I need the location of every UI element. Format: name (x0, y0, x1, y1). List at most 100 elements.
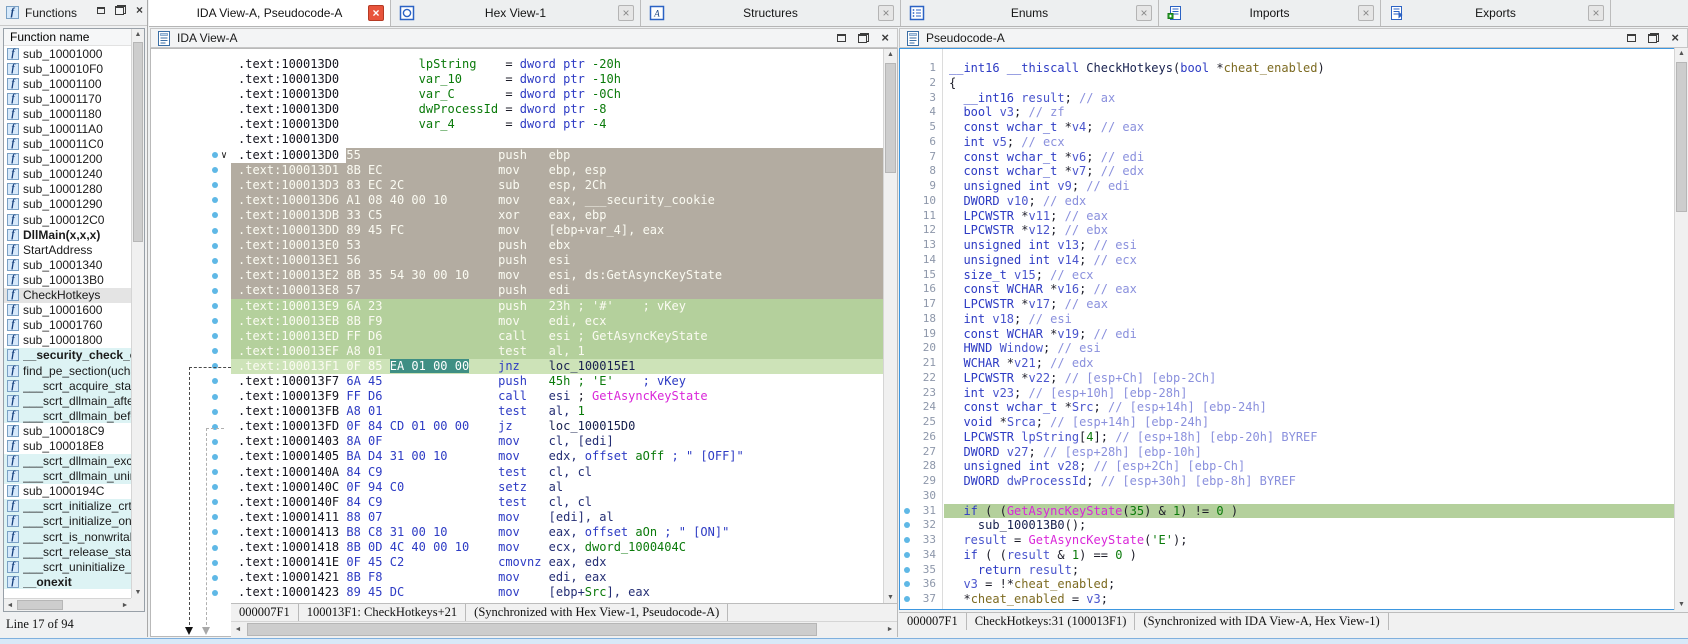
asm-line[interactable]: .text:10001421 8B F8 mov edi, eax (151, 570, 883, 585)
pseudocode-line[interactable]: 24 const wchar_t *Src; // [esp+14h] [ebp… (900, 400, 1687, 415)
tab-hex-view-1[interactable]: Hex View-1× (391, 0, 641, 26)
scroll-left-icon[interactable]: ◄ (234, 626, 242, 633)
scrollbar-thumb[interactable] (247, 623, 817, 636)
function-row[interactable]: fsub_10001170 (4, 91, 131, 106)
function-row[interactable]: fsub_100013B0 (4, 272, 131, 287)
pseudocode-line[interactable]: 32 sub_100013B0(); (900, 518, 1687, 533)
function-row[interactable]: fsub_10001290 (4, 197, 131, 212)
scroll-up-icon[interactable]: ▲ (884, 51, 897, 58)
tab-close-icon[interactable]: × (618, 5, 634, 21)
asm-line[interactable]: .text:100013E1 56 push esi (151, 253, 883, 268)
pseudocode-line[interactable]: 19 const WCHAR *v19; // edi (900, 327, 1687, 342)
pseudocode-line[interactable]: 35 return result; (900, 563, 1687, 578)
asm-line[interactable]: .text:100013EF A8 01 test al, 1 (151, 344, 883, 359)
tab-ida-view-a-pseudocode-a[interactable]: IDA View-A, Pseudocode-A× (149, 0, 391, 26)
function-row[interactable]: fsub_10001600 (4, 303, 131, 318)
functions-column-header[interactable]: Function name (4, 29, 144, 46)
pseudocode-line[interactable]: 30 (900, 489, 1687, 504)
function-row[interactable]: fsub_10001760 (4, 318, 131, 333)
function-row[interactable]: f__security_check_co (4, 348, 131, 363)
function-row[interactable]: fCheckHotkeys (4, 288, 131, 303)
function-row[interactable]: fStartAddress (4, 242, 131, 257)
maximize-icon[interactable] (1627, 34, 1636, 42)
scrollbar-thumb[interactable] (133, 42, 143, 242)
asm-line[interactable]: .text:100013FD 0F 84 CD 01 00 00 jz loc_… (151, 419, 883, 434)
scroll-right-icon[interactable]: ► (121, 602, 129, 609)
asm-line[interactable]: .text:10001405 BA D4 31 00 10 mov edx, o… (151, 449, 883, 464)
asm-line[interactable]: .text:100013F7 6A 45 push 45h ; 'E' ; vK… (151, 374, 883, 389)
tab-exports[interactable]: Exports× (1381, 0, 1611, 26)
function-row[interactable]: fsub_10001180 (4, 106, 131, 121)
asm-line[interactable]: .text:100013D0 (151, 132, 883, 147)
scroll-down-icon[interactable]: ▼ (884, 594, 897, 601)
scrollbar-thumb[interactable] (17, 600, 63, 610)
pseudocode-line[interactable]: 20 HWND Window; // esi (900, 341, 1687, 356)
asm-line[interactable]: .text:10001418 8B 0D 4C 40 00 10 mov ecx… (151, 540, 883, 555)
close-icon[interactable]: × (136, 5, 143, 15)
asm-line[interactable]: .text:10001411 88 07 mov [edi], al (151, 510, 883, 525)
function-row[interactable]: fsub_100012C0 (4, 212, 131, 227)
asm-line[interactable]: .text:100013D6 A1 08 40 00 10 mov eax, _… (151, 193, 883, 208)
pseudocode-line[interactable]: 21 WCHAR *v21; // edx (900, 356, 1687, 371)
asm-line[interactable]: .text:100013E0 53 push ebx (151, 238, 883, 253)
functions-vertical-scrollbar[interactable]: ▲ ▼ (131, 29, 144, 598)
function-row[interactable]: f___scrt_dllmain_uninitial (4, 469, 131, 484)
pseudocode-line[interactable]: 12 LPCWSTR *v12; // ebx (900, 223, 1687, 238)
pseudocode-line[interactable]: 15 size_t v15; // ecx (900, 268, 1687, 283)
tab-close-icon[interactable]: × (1136, 5, 1152, 21)
asm-line[interactable]: .text:100013ED FF D6 call esi ; GetAsync… (151, 329, 883, 344)
tab-close-icon[interactable]: × (368, 5, 384, 21)
asm-line[interactable]: .text:10001423 89 45 DC mov [ebp+Src], e… (151, 585, 883, 600)
pseudocode-line[interactable]: 25 void *Srca; // [esp+14h] [ebp-24h] (900, 415, 1687, 430)
asm-line[interactable]: .text:100013E9 6A 23 push 23h ; '#' ; vK… (151, 299, 883, 314)
maximize-icon[interactable] (97, 7, 105, 14)
pseudocode-line[interactable]: 31 if ( (GetAsyncKeyState(35) & 1) != 0 … (900, 504, 1687, 519)
pseudocode-line[interactable]: 8 const wchar_t *v7; // edx (900, 164, 1687, 179)
function-row[interactable]: f___scrt_release_startup (4, 544, 131, 559)
function-row[interactable]: fDllMain(x,x,x) (4, 227, 131, 242)
pseudocode-line[interactable]: 11 LPCWSTR *v11; // eax (900, 209, 1687, 224)
pseudocode-line[interactable]: 13 unsigned int v13; // esi (900, 238, 1687, 253)
asm-line[interactable]: .text:1000140A 84 C9 test cl, cl (151, 465, 883, 480)
asm-line[interactable]: .text:100013DD 89 45 FC mov [ebp+var_4],… (151, 223, 883, 238)
function-row[interactable]: f__onexit (4, 574, 131, 589)
pseudocode-line[interactable]: 1__int16 __thiscall CheckHotkeys(bool *c… (900, 61, 1687, 76)
function-row[interactable]: f___scrt_acquire_startup (4, 378, 131, 393)
close-icon[interactable]: × (1671, 33, 1679, 43)
function-row[interactable]: fsub_10001200 (4, 152, 131, 167)
function-row[interactable]: fsub_100011C0 (4, 137, 131, 152)
scroll-right-icon[interactable]: ► (886, 626, 894, 633)
pseudocode-line[interactable]: 14 unsigned int v14; // ecx (900, 253, 1687, 268)
scroll-left-icon[interactable]: ◄ (6, 602, 14, 609)
pseudocode-line[interactable]: 34 if ( (result & 1) == 0 ) (900, 548, 1687, 563)
scroll-up-icon[interactable]: ▲ (132, 31, 144, 38)
tab-close-icon[interactable]: × (1358, 5, 1374, 21)
pseudocode-line[interactable]: 10 DWORD v10; // edx (900, 194, 1687, 209)
float-icon[interactable] (1648, 33, 1659, 43)
pseudocode-line[interactable]: 26 LPCWSTR lpString[4]; // [esp+18h] [eb… (900, 430, 1687, 445)
float-icon[interactable] (115, 5, 126, 15)
asm-line[interactable]: .text:10001413 B8 C8 31 00 10 mov eax, o… (151, 525, 883, 540)
asm-line[interactable]: ∨.text:100013D0 55 push ebp (151, 148, 883, 163)
pseudocode-line[interactable]: 22 LPCWSTR *v22; // [esp+Ch] [ebp-2Ch] (900, 371, 1687, 386)
scroll-down-icon[interactable]: ▼ (132, 589, 144, 596)
function-row[interactable]: ffind_pe_section(uchar * (4, 363, 131, 378)
tab-close-icon[interactable]: × (1588, 5, 1604, 21)
pseudocode-line[interactable]: 23 int v23; // [esp+10h] [ebp-28h] (900, 386, 1687, 401)
pseudocode-line[interactable]: 36 v3 = !*cheat_enabled; (900, 577, 1687, 592)
close-icon[interactable]: × (881, 33, 889, 43)
function-row[interactable]: f___scrt_initialize_crt (4, 499, 131, 514)
asm-line[interactable]: .text:100013D0 var_4 = dword ptr -4 (151, 117, 883, 132)
asm-line[interactable]: .text:100013FB A8 01 test al, 1 (151, 404, 883, 419)
pseudocode-line[interactable]: 16 const WCHAR *v16; // eax (900, 282, 1687, 297)
tab-imports[interactable]: Imports× (1159, 0, 1381, 26)
asm-line[interactable]: .text:10001403 8A 0F mov cl, [edi] (151, 434, 883, 449)
asm-line[interactable]: .text:100013F9 FF D6 call esi ; GetAsync… (151, 389, 883, 404)
pseudocode-line[interactable]: 6 int v5; // ecx (900, 135, 1687, 150)
pseudocode-line[interactable]: 37 *cheat_enabled = v3; (900, 592, 1687, 607)
pseudocode-line[interactable]: 3 __int16 result; // ax (900, 91, 1687, 106)
asm-line[interactable]: .text:100013D0 var_C = dword ptr -0Ch (151, 87, 883, 102)
function-row[interactable]: f___scrt_dllmain_before_ (4, 408, 131, 423)
function-row[interactable]: fsub_100018C9 (4, 423, 131, 438)
function-row[interactable]: fsub_10001100 (4, 76, 131, 91)
